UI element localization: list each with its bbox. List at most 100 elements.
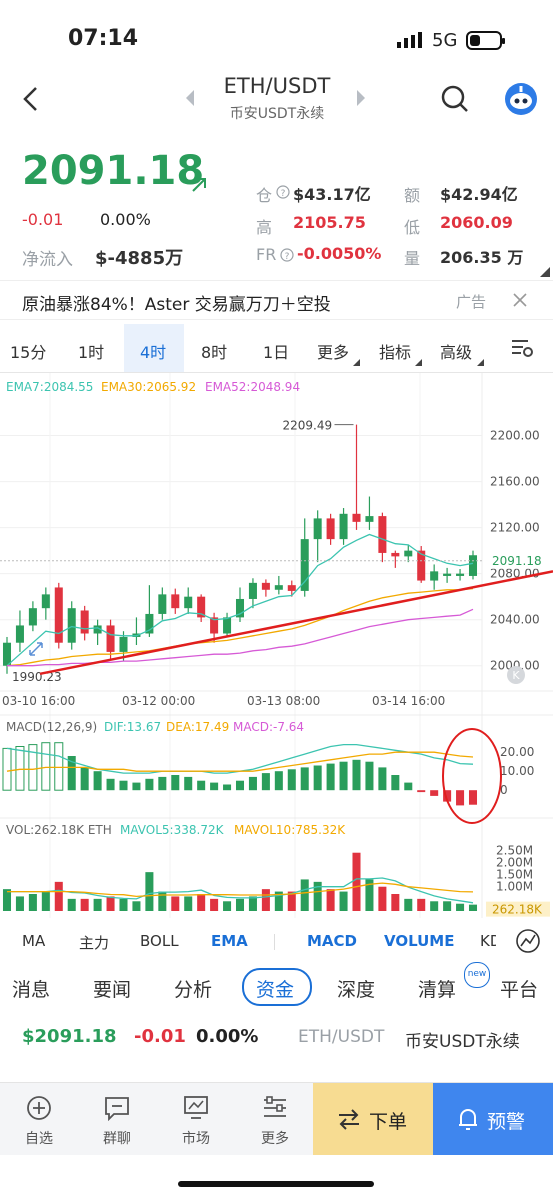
macd-bar: [417, 790, 426, 793]
tab-headlines[interactable]: 要闻: [93, 975, 131, 1002]
candle-body: [41, 594, 50, 609]
net-inflow-value: $-4885万: [95, 248, 184, 269]
macd-dif-legend: DIF:13.67: [104, 720, 161, 734]
tab-liquidation[interactable]: 清算: [418, 975, 456, 1002]
kline-chart[interactable]: EMA7:2084.55 EMA30:2065.92 EMA52:2048.94…: [0, 373, 553, 918]
nav-group-chat-label: 群聊: [103, 1131, 131, 1147]
tab-15m[interactable]: 15分: [10, 339, 46, 363]
tab-analysis[interactable]: 分析: [174, 975, 212, 1002]
candle-body: [339, 513, 348, 540]
candle-body: [248, 582, 257, 599]
macd-bar: [391, 775, 400, 791]
volume-current-label: 262.18K: [492, 903, 543, 917]
funding-rate-value: -0.0050%: [297, 244, 382, 263]
volume-bar: [352, 852, 361, 911]
order-button[interactable]: 下单: [313, 1083, 433, 1155]
macd-bar: [197, 780, 206, 791]
new-badge-text: new: [467, 969, 487, 979]
candle-body: [171, 594, 180, 609]
close-icon[interactable]: [512, 292, 528, 312]
tab-advanced[interactable]: 高级: [440, 339, 472, 363]
price-up-arrow-icon: [190, 176, 208, 198]
scroll-latest-button[interactable]: K: [507, 666, 525, 684]
tab-more[interactable]: 更多: [317, 339, 349, 363]
tab-news[interactable]: 消息: [12, 975, 50, 1002]
tab-platform[interactable]: 平台: [500, 975, 538, 1002]
ad-text[interactable]: 原油暴涨84%！Aster 交易赢万刀＋空投: [22, 290, 331, 315]
candle-body: [430, 571, 439, 581]
indicator-ma[interactable]: MA: [22, 932, 45, 950]
candle-body: [223, 617, 232, 634]
macd-bar: [404, 782, 413, 791]
nav-more[interactable]: 更多: [250, 1083, 300, 1155]
indicator-macd[interactable]: MACD: [307, 932, 357, 950]
indicator-kd[interactable]: KD: [480, 932, 496, 950]
volume-bar: [15, 896, 24, 911]
pair-title[interactable]: ETH/USDT: [210, 74, 344, 98]
info-icon[interactable]: ?: [276, 184, 290, 203]
ad-tag: 广告: [456, 293, 487, 311]
tab-4h[interactable]: 4时: [140, 339, 166, 363]
back-icon[interactable]: [20, 84, 42, 118]
macd-tick-label: 10.00: [500, 764, 534, 778]
volume-bar: [184, 896, 193, 911]
price-tick-label: 2160.00: [490, 475, 540, 489]
candle-body: [184, 596, 193, 609]
alert-button-label: 预警: [487, 1111, 526, 1133]
tab-8h[interactable]: 8时: [201, 339, 227, 363]
volume-bar: [197, 894, 206, 911]
candle-body: [313, 518, 322, 540]
price-tick-label: 2200.00: [490, 429, 540, 443]
section-tabs: 消息 要闻 分析 资金 深度 清算 new 平台: [0, 962, 553, 1012]
macd-dea-legend: DEA:17.49: [166, 720, 229, 734]
candle-body: [158, 594, 167, 614]
indicator-main-force[interactable]: 主力: [79, 932, 109, 953]
high-label: 高: [256, 218, 273, 237]
indicator-volume[interactable]: VOLUME: [384, 932, 454, 950]
funding-info-icon[interactable]: ?: [280, 247, 294, 266]
candle-body: [404, 550, 413, 557]
prev-pair-icon[interactable]: [186, 90, 196, 110]
alert-button[interactable]: 预警: [433, 1083, 553, 1155]
macd-bar: [2, 747, 12, 791]
nav-market-label: 市场: [182, 1131, 210, 1147]
tab-1d[interactable]: 1日: [263, 339, 289, 363]
trend-line: [39, 570, 553, 676]
tab-1h[interactable]: 1时: [78, 339, 104, 363]
tab-depth[interactable]: 深度: [337, 975, 375, 1002]
time-tick-label: 03-14 16:00: [372, 694, 445, 708]
chart-settings-icon[interactable]: [510, 338, 534, 362]
nav-group-chat[interactable]: 群聊: [92, 1083, 142, 1155]
indicator-ema[interactable]: EMA: [211, 932, 248, 950]
candle-body: [274, 585, 283, 590]
candle-body: [261, 582, 270, 590]
search-icon[interactable]: [440, 84, 470, 118]
expand-icon[interactable]: [29, 642, 43, 656]
volume-bar: [339, 891, 348, 911]
macd-bar: [80, 767, 89, 791]
volume-bar: [28, 894, 37, 911]
battery-icon: [466, 31, 506, 55]
indicator-boll[interactable]: BOLL: [140, 932, 179, 950]
tab-funds[interactable]: 资金: [256, 975, 294, 1002]
macd-bar: [430, 790, 439, 796]
price-change-pct: 0.00%: [100, 210, 151, 229]
macd-bar: [15, 746, 25, 791]
ema7-legend: EMA7:2084.55: [6, 380, 93, 394]
chart-type-icon[interactable]: [515, 928, 541, 958]
candle-body: [468, 555, 478, 576]
volume-bar: [468, 904, 478, 911]
nav-more-label: 更多: [261, 1131, 289, 1147]
volume-value: 206.35 万: [440, 248, 524, 267]
nav-watchlist[interactable]: 自选: [14, 1083, 64, 1155]
volume-bar: [261, 889, 270, 911]
ad-banner[interactable]: 原油暴涨84%！Aster 交易赢万刀＋空投 广告: [0, 280, 553, 320]
nav-market[interactable]: 市场: [171, 1083, 221, 1155]
next-pair-icon[interactable]: [357, 90, 367, 110]
macd-bar: [145, 778, 154, 791]
advanced-caret-icon: [477, 351, 484, 370]
macd-bar: [339, 761, 348, 791]
tab-indicators[interactable]: 指标: [379, 339, 411, 363]
mavol10-line: [7, 882, 474, 898]
robot-avatar-icon[interactable]: [504, 82, 538, 120]
